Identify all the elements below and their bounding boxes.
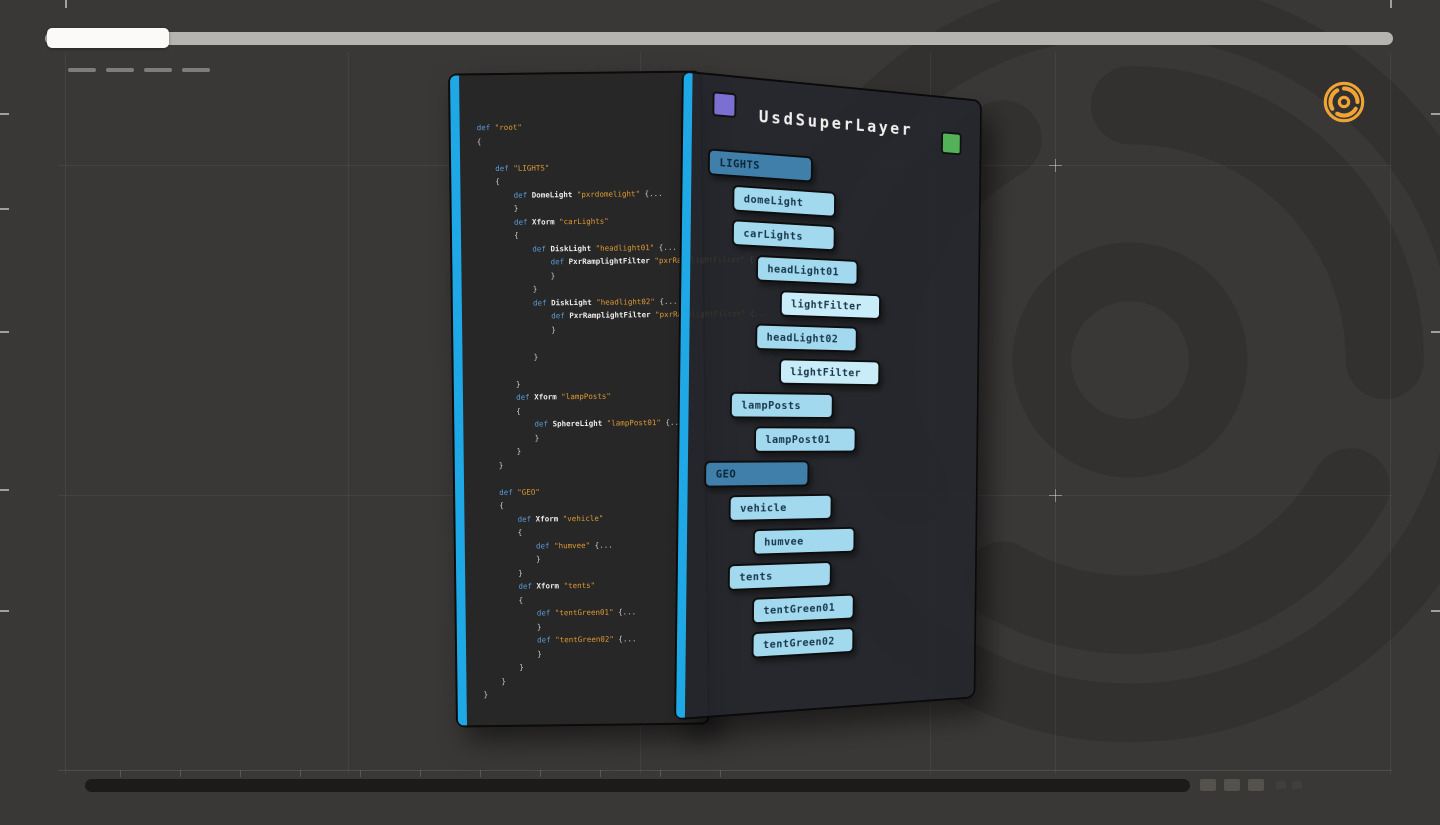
edge-tick: [65, 0, 67, 8]
scroll-fragment: [1200, 779, 1216, 791]
menu-placeholder-dash: [182, 68, 210, 72]
tree-node-tentGreen02[interactable]: tentGreen02: [752, 627, 855, 659]
edge-tick: [1431, 610, 1440, 612]
layer-tree: LIGHTSdomeLightcarLights headLight01 light…: [702, 148, 973, 669]
tree-node-tentGreen01[interactable]: tentGreen01: [752, 594, 855, 625]
tree-node-GEO[interactable]: GEO: [704, 460, 809, 487]
tab-bar: [45, 32, 1393, 45]
horizontal-scrollbar[interactable]: [85, 779, 1190, 792]
ruler-tick: [120, 770, 121, 777]
ruler-tick: [240, 770, 241, 777]
ruler-tick: [600, 770, 601, 777]
ruler-tick: [420, 770, 421, 777]
tree-node-lampPost01[interactable]: lampPost01: [754, 426, 857, 452]
tree-node-humvee[interactable]: humvee: [753, 527, 856, 556]
ruler-tick: [300, 770, 301, 777]
crosshair-mark: [1049, 489, 1062, 502]
ruler-tick: [540, 770, 541, 777]
tree-node-tents[interactable]: tents: [728, 561, 832, 591]
tree-node-LIGHTS[interactable]: LIGHTS: [708, 148, 813, 182]
grid-line: [58, 770, 1392, 771]
usd-code-panel: def "root"{ def "LIGHTS" { def DomeLight…: [448, 70, 710, 727]
scroll-fragment: [1292, 781, 1302, 789]
ruler-tick: [660, 770, 661, 777]
crosshair-mark: [1049, 159, 1062, 172]
edge-tick: [0, 208, 9, 210]
panel-accent-bar: [450, 75, 467, 725]
tree-node-headLight02[interactable]: headLight02: [755, 323, 857, 352]
edge-tick: [0, 489, 9, 491]
tree-node-headLight01[interactable]: headLight01: [756, 255, 858, 286]
ruler-tick: [180, 770, 181, 777]
tree-node-lightFilter[interactable]: lightFilter: [780, 290, 881, 320]
grid-line: [348, 52, 349, 774]
tree-node-lightFilter[interactable]: lightFilter: [779, 358, 880, 386]
grid-line: [65, 52, 66, 774]
edge-tick: [0, 113, 9, 115]
ruler-tick: [720, 770, 721, 777]
edge-tick: [1390, 0, 1392, 8]
menu-placeholder-dash: [106, 68, 134, 72]
panel-title: UsdSuperLayer: [683, 100, 980, 145]
grid-line: [1390, 52, 1391, 774]
edge-tick: [1431, 331, 1440, 333]
menu-placeholder-dash: [68, 68, 96, 72]
active-tab[interactable]: [47, 28, 169, 48]
ruler-tick: [360, 770, 361, 777]
ruler-tick: [480, 770, 481, 777]
scroll-fragment: [1224, 779, 1240, 791]
pinwheel-logo-icon: [1318, 76, 1370, 128]
edge-tick: [0, 610, 9, 612]
usd-super-layer-panel: UsdSuperLayer LIGHTSdomeLightcarLights he…: [674, 70, 982, 720]
tree-node-lampPosts[interactable]: lampPosts: [730, 392, 834, 419]
menu-placeholder-dash: [144, 68, 172, 72]
scroll-fragment: [1248, 779, 1264, 791]
edge-tick: [1431, 113, 1440, 115]
tree-node-vehicle[interactable]: vehicle: [729, 494, 833, 522]
scroll-fragment: [1276, 781, 1286, 789]
tree-node-domeLight[interactable]: domeLight: [732, 185, 836, 218]
edge-tick: [0, 331, 9, 333]
tree-node-carLights[interactable]: carLights: [732, 219, 836, 251]
canvas: def "root"{ def "LIGHTS" { def DomeLight…: [0, 0, 1440, 825]
